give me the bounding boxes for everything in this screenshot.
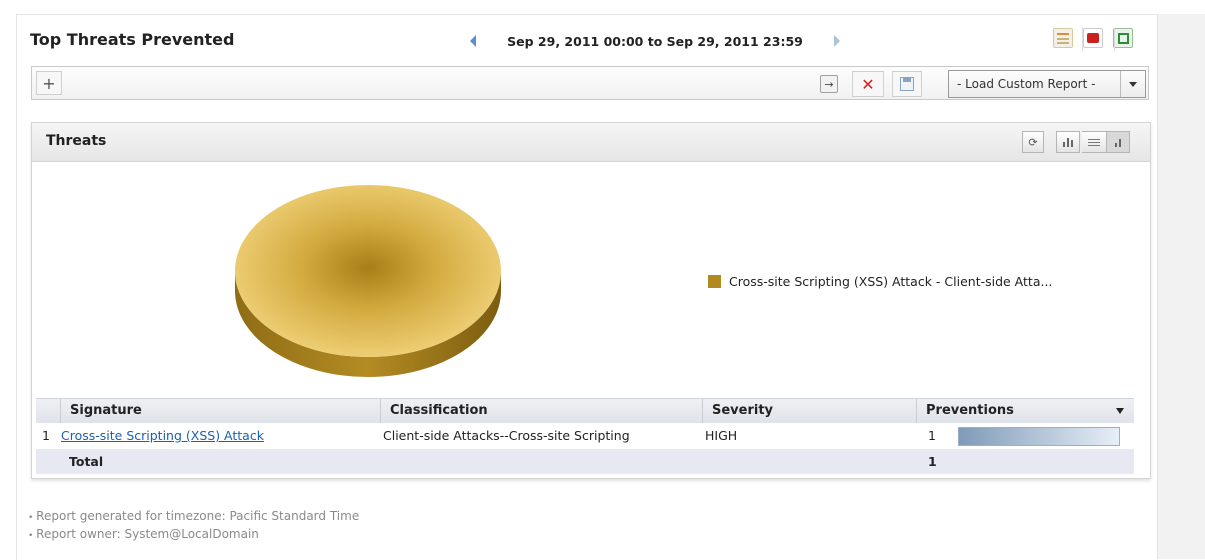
column-header-preventions[interactable]: Preventions [916,399,1134,423]
next-range-button[interactable] [830,30,844,52]
classification-cell: Client-side Attacks--Cross-site Scriptin… [383,428,630,443]
chart-view-button[interactable] [1056,131,1080,153]
arrow-right-icon [834,35,840,47]
legend-swatch [708,275,721,288]
add-filter-button[interactable]: + [36,71,62,95]
pie-slice-0[interactable] [235,185,501,357]
legend-label: Cross-site Scripting (XSS) Attack - Clie… [729,274,1053,289]
panel-title: Threats [46,133,107,149]
export-excel-icon[interactable] [1113,28,1133,48]
export-toolbar [1053,28,1133,48]
table-view-button[interactable] [1082,131,1106,153]
close-icon: ✕ [861,74,875,94]
list-icon [1088,138,1100,146]
total-value: 1 [928,454,937,469]
severity-cell: HIGH [705,428,738,443]
report-title: Top Threats Prevented [30,30,235,49]
right-scroll-strip [1157,14,1205,559]
sort-descending-icon[interactable] [1116,408,1124,414]
timezone-note: Report generated for timezone: Pacific S… [28,508,359,526]
refresh-button[interactable]: ⟳ [1022,131,1044,153]
panel-header: Threats ⟳ [32,123,1150,162]
arrow-right-icon: → [824,77,834,91]
total-label: Total [69,454,104,469]
pie-chart-svg [235,185,501,377]
preventions-cell: 1 [928,428,936,443]
export-html-icon[interactable] [1053,28,1073,48]
chart-table-icon [1115,137,1121,147]
threats-table: Signature Classification Severity Preven… [36,398,1134,474]
chevron-down-icon [1129,81,1137,87]
bar-chart-icon [1063,137,1073,147]
custom-report-selected: - Load Custom Report - [957,77,1096,91]
refresh-icon: ⟳ [1028,135,1038,149]
pie-slices [235,185,501,377]
dropdown-toggle[interactable] [1120,71,1145,97]
date-range-text: Sep 29, 2011 00:00 to Sep 29, 2011 23:59 [507,33,803,49]
divider [1114,27,1115,51]
chart-table-view-button[interactable] [1106,131,1130,153]
report-footnotes: Report generated for timezone: Pacific S… [28,508,359,544]
table-row: 1 Cross-site Scripting (XSS) Attack Clie… [36,423,1134,449]
threats-panel: Threats ⟳ Cross-site Scripting (XSS) Att… [31,122,1151,479]
previous-range-button[interactable] [466,30,480,52]
save-icon [900,77,914,91]
signature-link[interactable]: Cross-site Scripting (XSS) Attack [61,423,264,449]
date-range-navigator: Sep 29, 2011 00:00 to Sep 29, 2011 23:59 [466,30,844,52]
filter-bar: + → ✕ - Load Custom Report - [31,66,1149,100]
apply-filter-button[interactable]: → [820,75,838,93]
column-header-classification[interactable]: Classification [380,399,702,423]
table-header: Signature Classification Severity Preven… [36,398,1134,423]
pie-chart [232,183,504,390]
arrow-left-icon [470,35,476,47]
export-pdf-icon[interactable] [1083,28,1103,48]
filter-input[interactable] [68,69,852,99]
clear-filter-button[interactable]: ✕ [852,71,884,97]
column-header-signature[interactable]: Signature [60,399,380,423]
column-header-severity[interactable]: Severity [702,399,916,423]
divider [1082,27,1083,51]
preventions-bar [958,427,1120,446]
save-report-button[interactable] [892,71,922,97]
custom-report-select[interactable]: - Load Custom Report - [948,70,1146,98]
row-index: 1 [42,428,50,443]
owner-note: Report owner: System@LocalDomain [28,526,359,544]
column-header-preventions-label: Preventions [926,403,1014,418]
chart-legend: Cross-site Scripting (XSS) Attack - Clie… [708,274,1052,289]
table-total-row: Total 1 [36,449,1134,474]
